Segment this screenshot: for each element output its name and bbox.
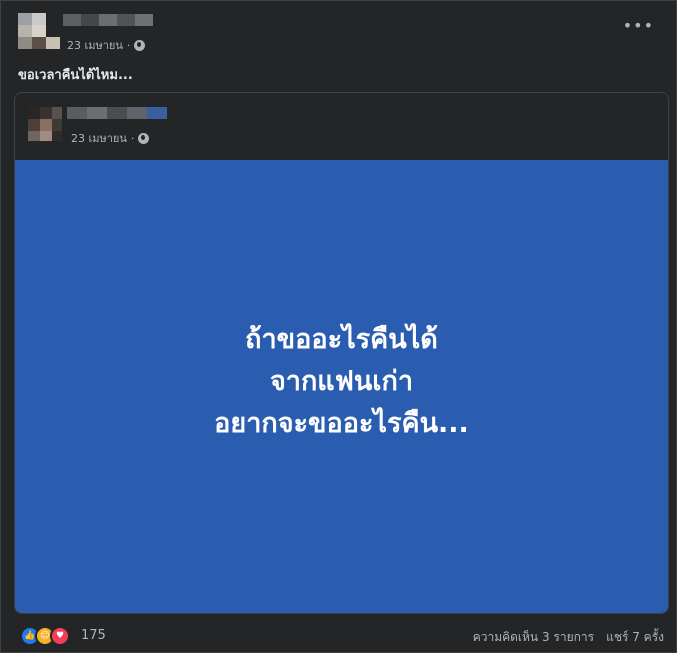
shared-post-date[interactable]: 23 เมษายน xyxy=(71,129,127,147)
text-line: จากแฟนเก่า xyxy=(269,365,414,397)
shared-post-meta: 23 เมษายน · xyxy=(71,129,150,147)
post-caption: ขอเวลาคืนได้ไหม... xyxy=(18,68,133,83)
love-icon: ♥ xyxy=(50,626,70,646)
author-name-redacted[interactable] xyxy=(63,14,153,26)
post-stats: ความคิดเห็น 3 รายการ แชร์ 7 ครั้ง xyxy=(473,628,664,647)
shared-author-avatar[interactable] xyxy=(28,107,62,141)
post-meta: 23 เมษายน · xyxy=(67,36,146,54)
reaction-count[interactable]: 175 xyxy=(81,628,106,643)
reactions-summary[interactable]: 👍 ☺ ♥ xyxy=(20,626,70,646)
more-options-icon[interactable]: ••• xyxy=(623,18,654,34)
post-card: 23 เมษายน · ••• ขอเวลาคืนได้ไหม... 23 เม… xyxy=(0,0,677,653)
shared-post[interactable]: 23 เมษายน · ถ้าขออะไรคืนได้ จากแฟนเก่า อ… xyxy=(14,92,669,614)
globe-icon[interactable] xyxy=(138,132,150,144)
shares-count-link[interactable]: แชร์ 7 ครั้ง xyxy=(606,628,664,647)
text-line: อยากจะขออะไรคืน... xyxy=(214,407,469,439)
shared-author-name-redacted[interactable] xyxy=(67,107,167,119)
comments-count-link[interactable]: ความคิดเห็น 3 รายการ xyxy=(473,628,594,647)
post-footer: 👍 ☺ ♥ 175 ความคิดเห็น 3 รายการ แชร์ 7 คร… xyxy=(1,623,676,647)
globe-icon[interactable] xyxy=(134,39,146,51)
text-post-content: ถ้าขออะไรคืนได้ จากแฟนเก่า อยากจะขออะไรค… xyxy=(214,319,469,445)
text-line: ถ้าขออะไรคืนได้ xyxy=(245,323,438,355)
post-date[interactable]: 23 เมษายน xyxy=(67,36,123,54)
text-post-background[interactable]: ถ้าขออะไรคืนได้ จากแฟนเก่า อยากจะขออะไรค… xyxy=(15,160,668,613)
author-avatar[interactable] xyxy=(18,13,60,51)
